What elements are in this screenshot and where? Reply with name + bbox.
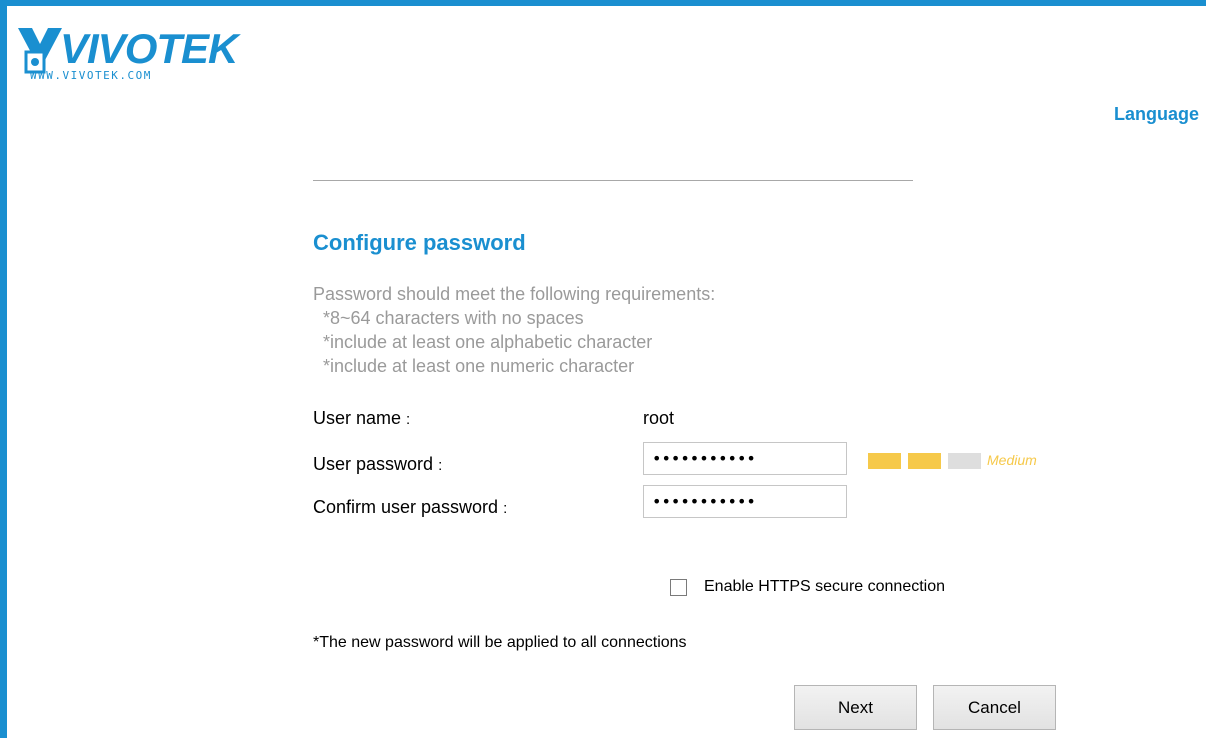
username-value: root [643, 408, 675, 428]
camera-logo-icon [18, 28, 62, 74]
language-link[interactable]: Language [1114, 104, 1199, 125]
password-requirements: Password should meet the following requi… [313, 282, 715, 378]
brand-url: WWW.VIVOTEK.COM [30, 69, 152, 82]
strength-bar [908, 453, 941, 469]
next-button[interactable]: Next [794, 685, 917, 730]
strength-bar [948, 453, 981, 469]
brand-name: VIVOTEK [60, 25, 238, 72]
confirm-password-label: Confirm user password : [313, 497, 508, 517]
https-label: Enable HTTPS secure connection [704, 578, 946, 595]
password-note: *The new password will be applied to all… [313, 634, 687, 651]
cancel-button[interactable]: Cancel [933, 685, 1056, 730]
left-border [0, 0, 7, 738]
requirement-length: *8~64 characters with no spaces [323, 308, 584, 328]
top-border [0, 0, 1206, 6]
page-title: Configure password [313, 230, 526, 255]
vivotek-logo: VIVOTEK WWW.VIVOTEK.COM [18, 22, 238, 84]
https-checkbox[interactable] [670, 579, 687, 596]
password-label: User password : [313, 454, 443, 474]
strength-bar [868, 453, 901, 469]
requirement-alphabetic: *include at least one alphabetic charact… [323, 332, 653, 352]
username-label: User name : [313, 408, 411, 428]
strength-label: Medium [987, 452, 1037, 468]
confirm-password-input[interactable] [643, 485, 847, 518]
requirement-numeric: *include at least one numeric character [323, 356, 635, 376]
requirements-intro: Password should meet the following requi… [313, 284, 716, 304]
header-divider [313, 180, 913, 181]
password-input[interactable] [643, 442, 847, 475]
